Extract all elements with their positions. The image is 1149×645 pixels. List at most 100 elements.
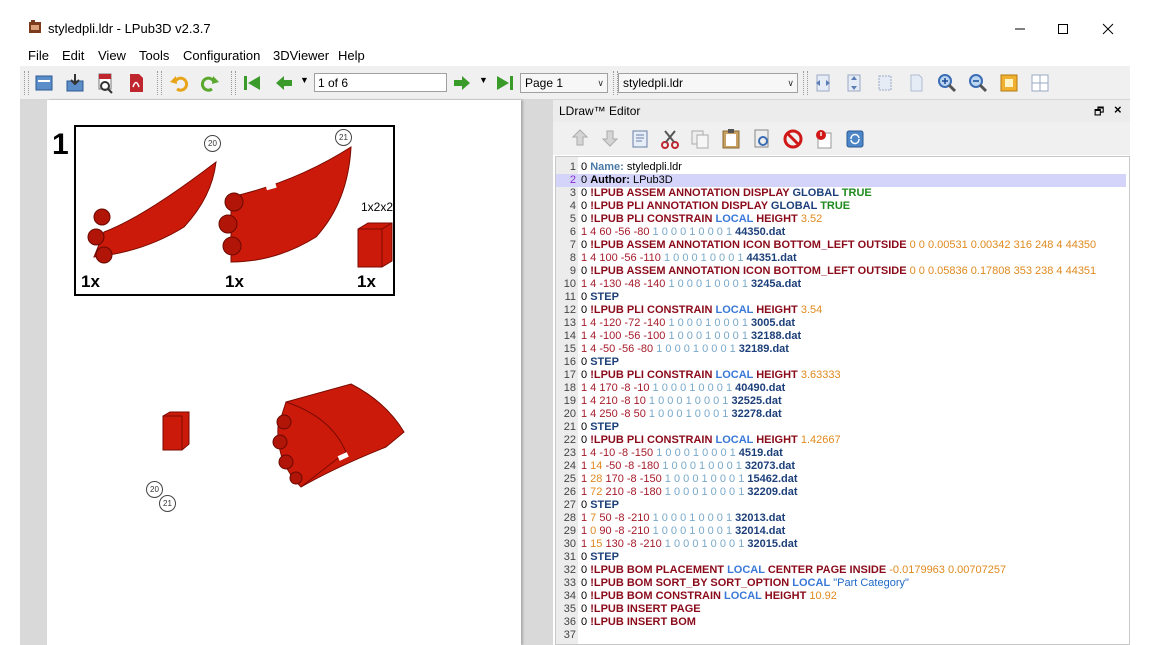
preview-line-button[interactable] — [750, 127, 774, 151]
parts-list-box[interactable]: 20 1x 21 1x 1x2x2 1x — [74, 125, 395, 296]
toolbar-grip[interactable] — [24, 71, 29, 95]
redo-button[interactable] — [198, 71, 222, 95]
code-line[interactable]: 34 0 !LPUB BOM CONSTRAIN LOCAL HEIGHT 10.… — [556, 590, 837, 603]
code-line[interactable]: 15 1 4 -50 -56 -80 1 0 0 0 1 0 0 0 1 3218… — [556, 343, 789, 356]
save-button[interactable] — [63, 71, 87, 95]
code-line[interactable]: 37 — [556, 629, 581, 642]
code-line[interactable]: 40 !LPUB PLI ANNOTATION DISPLAY GLOBAL T… — [556, 200, 850, 213]
scene-guides-button[interactable] — [1028, 71, 1052, 95]
code-line[interactable]: 70 !LPUB ASSEM ANNOTATION ICON BOTTOM_LE… — [556, 239, 1096, 252]
minimize-button[interactable] — [997, 14, 1043, 44]
code-line[interactable]: 25 1 28 170 -8 -150 1 0 0 0 1 0 0 0 1 154… — [556, 473, 798, 486]
first-page-button[interactable] — [240, 71, 264, 95]
model-brick[interactable] — [160, 410, 192, 452]
zoom-out-button[interactable] — [966, 71, 990, 95]
callout-pointer[interactable]: 21 — [335, 129, 352, 146]
code-line[interactable]: 30 1 15 130 -8 -210 1 0 0 0 1 0 0 0 1 320… — [556, 538, 798, 551]
model-assembly[interactable] — [266, 382, 410, 492]
code-line[interactable]: 18 1 4 170 -8 -10 1 0 0 0 1 0 0 0 1 40490… — [556, 382, 786, 395]
code-line[interactable]: 6 1 4 60 -56 -80 1 0 0 0 1 0 0 0 1 44350.… — [556, 226, 785, 239]
code-line[interactable]: 22 0 !LPUB PLI CONSTRAIN LOCAL HEIGHT 1.4… — [556, 434, 841, 447]
code-line[interactable]: 32 0 !LPUB BOM PLACEMENT LOCAL CENTER PAG… — [556, 564, 1006, 577]
print-preview-button[interactable] — [94, 71, 118, 95]
part-quantity[interactable]: 1x — [357, 272, 376, 292]
chevron-down-icon[interactable]: ▼ — [300, 75, 309, 85]
code-line[interactable]: 21 0 STEP — [556, 421, 619, 434]
code-line[interactable]: 8 1 4 100 -56 -110 1 0 0 0 1 0 0 0 1 4435… — [556, 252, 797, 265]
toolbar-grip[interactable] — [231, 71, 236, 95]
fit-width-button[interactable] — [811, 71, 835, 95]
code-line[interactable]: 33 0 !LPUB BOM SORT_BY SORT_OPTION LOCAL … — [556, 577, 909, 590]
cut-button[interactable] — [658, 127, 682, 151]
fit-visible-button[interactable] — [873, 71, 897, 95]
code-line[interactable]: 12 0 !LPUB PLI CONSTRAIN LOCAL HEIGHT 3.5… — [556, 304, 823, 317]
ldraw-editor[interactable]: 10 Name: styledpli.ldr 2 0 Author: LPub3D 3… — [555, 156, 1130, 645]
code-line[interactable]: 20 1 4 250 -8 50 1 0 0 0 1 0 0 0 1 32278.… — [556, 408, 782, 421]
code-line[interactable]: 28 1 7 50 -8 -210 1 0 0 0 1 0 0 0 1 32013… — [556, 512, 786, 525]
menu-configuration[interactable]: Configuration — [183, 48, 260, 63]
code-line[interactable]: 50 !LPUB PLI CONSTRAIN LOCAL HEIGHT 3.52 — [556, 213, 822, 226]
part-quantity[interactable]: 1x — [81, 272, 100, 292]
editor-format-button[interactable] — [628, 127, 652, 151]
fit-height-button[interactable] — [842, 71, 866, 95]
refresh-button[interactable] — [843, 127, 867, 151]
close-button[interactable] — [1085, 14, 1131, 44]
previous-page-button[interactable] — [272, 71, 296, 95]
code-line[interactable]: 26 1 72 210 -8 -180 1 0 0 0 1 0 0 0 1 322… — [556, 486, 798, 499]
actual-size-button[interactable] — [904, 71, 928, 95]
editor-save-button[interactable] — [598, 127, 622, 151]
code-line[interactable]: 20 Author: LPub3D — [556, 174, 1126, 187]
menu-file[interactable]: File — [28, 48, 49, 63]
toolbar-grip[interactable] — [803, 71, 808, 95]
paste-button[interactable] — [719, 127, 743, 151]
code-line[interactable]: 11 0 STEP — [556, 291, 619, 304]
code-line[interactable]: 23 1 4 -10 -8 -150 1 0 0 0 1 0 0 0 1 4519… — [556, 447, 783, 460]
undo-button[interactable] — [167, 71, 191, 95]
chevron-down-icon[interactable]: ▼ — [479, 75, 488, 85]
part-size-annotation[interactable]: 1x2x2 — [361, 200, 393, 214]
editor-load-button[interactable] — [568, 127, 592, 151]
callout-pointer[interactable]: 21 — [159, 495, 176, 512]
float-dock-icon[interactable]: 🗗 — [1094, 103, 1104, 122]
menu-view[interactable]: View — [98, 48, 126, 63]
code-line[interactable]: 10 Name: styledpli.ldr — [556, 161, 682, 174]
step-number[interactable]: 1 — [52, 128, 69, 162]
toolbar-grip[interactable] — [157, 71, 162, 95]
code-line[interactable]: 13 1 4 -120 -72 -140 1 0 0 0 1 0 0 0 1 30… — [556, 317, 795, 330]
callout-pointer[interactable]: 20 — [146, 481, 163, 498]
code-line[interactable]: 31 0 STEP — [556, 551, 619, 564]
page-number-input[interactable]: 1 of 6 — [314, 73, 447, 92]
code-line[interactable]: 27 0 STEP — [556, 499, 619, 512]
menu-help[interactable]: Help — [338, 48, 365, 63]
close-dock-icon[interactable]: × — [1114, 102, 1122, 117]
part-quantity[interactable]: 1x — [225, 272, 244, 292]
code-line[interactable]: 14 1 4 -100 -56 -100 1 0 0 0 1 0 0 0 1 32… — [556, 330, 801, 343]
scene-ruler-button[interactable] — [997, 71, 1021, 95]
last-page-button[interactable] — [493, 71, 517, 95]
code-line[interactable]: 90 !LPUB ASSEM ANNOTATION ICON BOTTOM_LE… — [556, 265, 1096, 278]
code-line[interactable]: 17 0 !LPUB PLI CONSTRAIN LOCAL HEIGHT 3.6… — [556, 369, 841, 382]
next-page-button[interactable] — [450, 71, 474, 95]
stop-button[interactable] — [781, 127, 805, 151]
code-line[interactable]: 16 0 STEP — [556, 356, 619, 369]
code-line[interactable]: 35 0 !LPUB INSERT PAGE — [556, 603, 701, 616]
code-line[interactable]: 29 1 0 90 -8 -210 1 0 0 0 1 0 0 0 1 32014… — [556, 525, 786, 538]
code-line[interactable]: 30 !LPUB ASSEM ANNOTATION DISPLAY GLOBAL… — [556, 187, 872, 200]
page-select[interactable]: Page 1 ∨ — [520, 73, 608, 93]
menu-3dviewer[interactable]: 3DViewer — [273, 48, 329, 63]
menu-tools[interactable]: Tools — [139, 48, 169, 63]
part-image-3245a[interactable] — [354, 219, 394, 269]
part-image-44351[interactable] — [216, 142, 356, 272]
export-pdf-button[interactable] — [124, 71, 148, 95]
copy-button[interactable] — [688, 127, 712, 151]
menu-edit[interactable]: Edit — [62, 48, 84, 63]
code-line[interactable]: 24 1 14 -50 -8 -180 1 0 0 0 1 0 0 0 1 320… — [556, 460, 795, 473]
open-button[interactable] — [32, 71, 56, 95]
zoom-in-button[interactable] — [935, 71, 959, 95]
code-line[interactable]: 19 1 4 210 -8 10 1 0 0 0 1 0 0 0 1 32525.… — [556, 395, 782, 408]
code-line[interactable]: 10 1 4 -130 -48 -140 1 0 0 0 1 0 0 0 1 32… — [556, 278, 801, 291]
maximize-button[interactable] — [1040, 14, 1086, 44]
code-line[interactable]: 36 0 !LPUB INSERT BOM — [556, 616, 696, 629]
part-image-44350[interactable] — [84, 157, 219, 267]
delete-button[interactable] — [812, 127, 836, 151]
